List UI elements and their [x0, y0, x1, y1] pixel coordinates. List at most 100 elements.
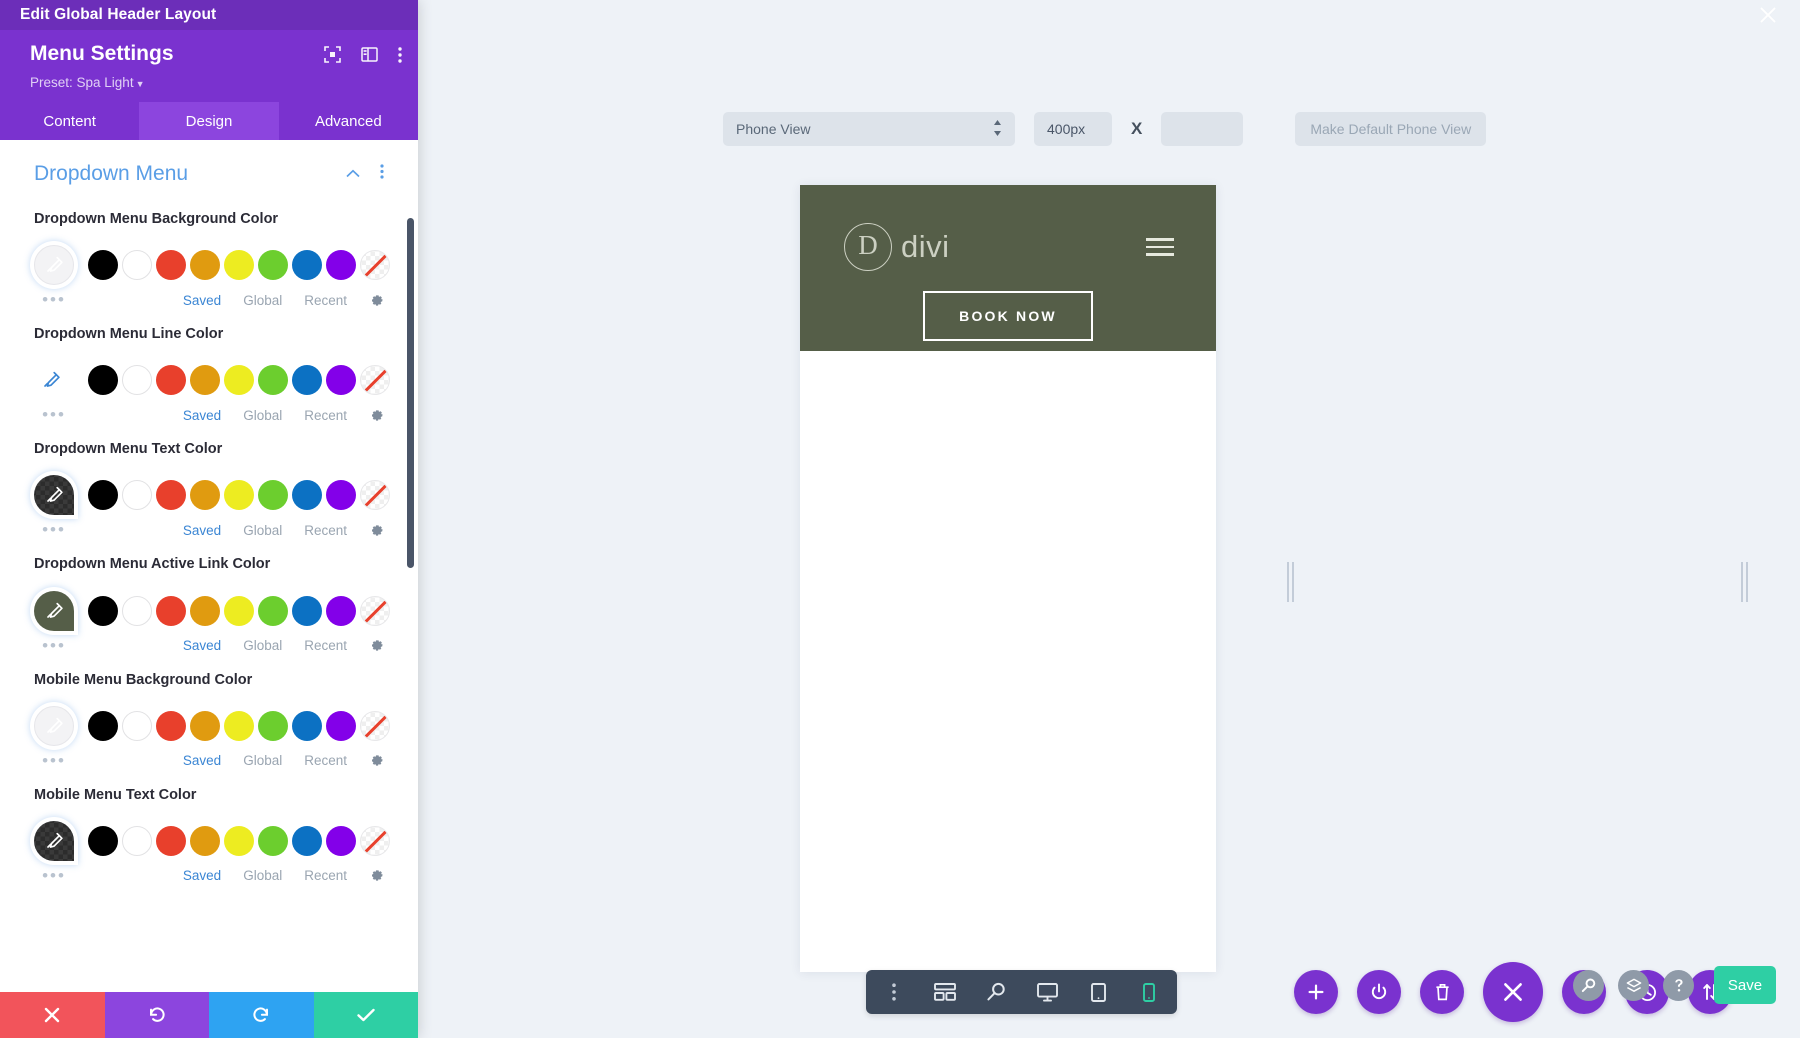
- power-button[interactable]: [1357, 970, 1401, 1014]
- tab-design[interactable]: Design: [139, 102, 279, 140]
- vertical-dots-icon[interactable]: [880, 978, 908, 1006]
- gear-icon[interactable]: [369, 753, 384, 768]
- palette-tab-saved[interactable]: Saved: [183, 523, 221, 538]
- viewport-height-input[interactable]: [1161, 112, 1244, 146]
- color-picker-button[interactable]: [34, 360, 68, 400]
- gear-icon[interactable]: [369, 293, 384, 308]
- swatch-orange[interactable]: [190, 710, 220, 741]
- add-button[interactable]: [1294, 970, 1338, 1014]
- swatch-yellow[interactable]: [224, 480, 254, 511]
- swatch-none[interactable]: [360, 825, 390, 856]
- palette-tab-recent[interactable]: Recent: [304, 638, 347, 653]
- swatch-purple[interactable]: [326, 480, 356, 511]
- palette-tab-global[interactable]: Global: [243, 293, 282, 308]
- swatch-black[interactable]: [88, 480, 118, 511]
- palette-tab-recent[interactable]: Recent: [304, 523, 347, 538]
- swatch-blue[interactable]: [292, 595, 322, 626]
- swatch-red[interactable]: [156, 825, 186, 856]
- undo-button[interactable]: [104, 992, 209, 1038]
- swatch-yellow[interactable]: [224, 710, 254, 741]
- swatch-white[interactable]: [122, 710, 152, 741]
- section-more-icon[interactable]: [380, 164, 384, 184]
- desktop-icon[interactable]: [1033, 978, 1061, 1006]
- gear-icon[interactable]: [369, 638, 384, 653]
- site-logo[interactable]: D divi: [844, 223, 1146, 271]
- palette-tab-saved[interactable]: Saved: [183, 753, 221, 768]
- swatch-yellow[interactable]: [224, 595, 254, 626]
- gear-icon[interactable]: [369, 408, 384, 423]
- swatch-white[interactable]: [122, 365, 152, 396]
- swatch-white[interactable]: [122, 595, 152, 626]
- swatch-purple[interactable]: [326, 365, 356, 396]
- swatch-blue[interactable]: [292, 710, 322, 741]
- color-picker-button[interactable]: [34, 590, 74, 631]
- color-picker-button[interactable]: [34, 705, 74, 746]
- sidebar-more-icon[interactable]: [398, 46, 402, 68]
- swatch-white[interactable]: [122, 825, 152, 856]
- preset-selector[interactable]: Preset: Spa Light ▼: [30, 75, 402, 90]
- swatch-green[interactable]: [258, 480, 288, 511]
- tab-advanced[interactable]: Advanced: [279, 102, 418, 140]
- swatch-red[interactable]: [156, 250, 186, 281]
- discard-button[interactable]: [0, 992, 105, 1038]
- swatch-yellow[interactable]: [224, 250, 254, 281]
- viewport-width-input[interactable]: 400px: [1034, 112, 1112, 146]
- swatch-red[interactable]: [156, 710, 186, 741]
- resize-handle-right[interactable]: [1738, 560, 1750, 604]
- trash-button[interactable]: [1420, 970, 1464, 1014]
- swatch-blue[interactable]: [292, 825, 322, 856]
- swatch-none[interactable]: [360, 480, 390, 511]
- color-options-dots[interactable]: •••: [34, 751, 74, 771]
- swatch-orange[interactable]: [190, 825, 220, 856]
- swatch-black[interactable]: [88, 365, 118, 396]
- swatch-green[interactable]: [258, 595, 288, 626]
- palette-tab-global[interactable]: Global: [243, 523, 282, 538]
- swatch-orange[interactable]: [190, 365, 220, 396]
- color-picker-button[interactable]: [34, 245, 74, 286]
- swatch-green[interactable]: [258, 825, 288, 856]
- swatch-black[interactable]: [88, 595, 118, 626]
- swatch-white[interactable]: [122, 480, 152, 511]
- swatch-orange[interactable]: [190, 595, 220, 626]
- chevron-up-icon[interactable]: [346, 165, 360, 183]
- close-icon[interactable]: [1758, 5, 1778, 30]
- palette-tab-saved[interactable]: Saved: [183, 408, 221, 423]
- color-options-dots[interactable]: •••: [34, 405, 74, 425]
- tab-content[interactable]: Content: [0, 102, 139, 140]
- hamburger-icon[interactable]: [1146, 238, 1174, 256]
- color-options-dots[interactable]: •••: [34, 636, 74, 656]
- color-picker-button[interactable]: [34, 820, 74, 861]
- zoom-icon[interactable]: [982, 978, 1010, 1006]
- swatch-red[interactable]: [156, 595, 186, 626]
- palette-tab-recent[interactable]: Recent: [304, 408, 347, 423]
- focus-target-icon[interactable]: [324, 46, 341, 68]
- close-menu-button[interactable]: [1483, 962, 1543, 1022]
- tablet-icon[interactable]: [1084, 978, 1112, 1006]
- phone-icon[interactable]: [1135, 978, 1163, 1006]
- swatch-black[interactable]: [88, 825, 118, 856]
- wireframe-icon[interactable]: [931, 978, 959, 1006]
- palette-tab-saved[interactable]: Saved: [183, 868, 221, 883]
- swatch-green[interactable]: [258, 250, 288, 281]
- swatch-none[interactable]: [360, 365, 390, 396]
- swatch-none[interactable]: [360, 250, 390, 281]
- swatch-purple[interactable]: [326, 825, 356, 856]
- swatch-black[interactable]: [88, 710, 118, 741]
- palette-tab-global[interactable]: Global: [243, 638, 282, 653]
- gear-icon[interactable]: [369, 523, 384, 538]
- swatch-blue[interactable]: [292, 250, 322, 281]
- swatch-purple[interactable]: [326, 710, 356, 741]
- palette-tab-recent[interactable]: Recent: [304, 868, 347, 883]
- palette-tab-global[interactable]: Global: [243, 408, 282, 423]
- palette-tab-global[interactable]: Global: [243, 868, 282, 883]
- color-picker-button[interactable]: [34, 475, 74, 516]
- help-button[interactable]: [1663, 969, 1694, 1001]
- layers-button[interactable]: [1618, 969, 1649, 1001]
- palette-tab-recent[interactable]: Recent: [304, 753, 347, 768]
- swatch-black[interactable]: [88, 250, 118, 281]
- panel-layout-icon[interactable]: [361, 47, 378, 67]
- color-options-dots[interactable]: •••: [34, 520, 74, 540]
- save-button[interactable]: Save: [1714, 966, 1776, 1004]
- redo-button[interactable]: [209, 992, 314, 1038]
- resize-handle-left[interactable]: [1284, 560, 1296, 604]
